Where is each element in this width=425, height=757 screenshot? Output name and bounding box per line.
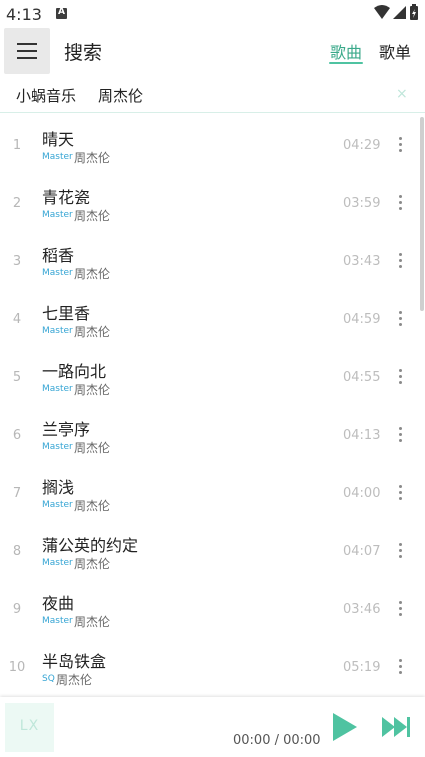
- song-name: 稻香: [42, 246, 75, 265]
- source-selector[interactable]: 小蜗音乐: [16, 85, 76, 106]
- song-duration: 03:46: [343, 602, 381, 617]
- more-options-icon[interactable]: [392, 421, 410, 449]
- song-index: 5: [12, 370, 22, 385]
- song-row[interactable]: 8 蒲公英的约定 Master 周杰伦 04:07: [0, 523, 425, 581]
- song-row[interactable]: 5 一路向北 Master 周杰伦 04:55: [0, 349, 425, 407]
- tab-active-indicator: [329, 62, 363, 64]
- quality-badge: Master: [42, 442, 73, 452]
- more-options-icon[interactable]: [392, 363, 410, 391]
- more-options-icon[interactable]: [392, 131, 410, 159]
- scrollbar[interactable]: [420, 117, 424, 311]
- more-options-icon[interactable]: [392, 305, 410, 333]
- menu-icon[interactable]: [4, 28, 50, 74]
- song-list: 1 晴天 Master 周杰伦 04:29 2 青花瓷 Master 周杰伦 03:59 3 稻香 Ma…: [0, 117, 425, 695]
- song-index: 3: [12, 254, 22, 269]
- song-duration: 04:07: [343, 544, 381, 559]
- singer-name: 周杰伦: [74, 383, 111, 397]
- song-duration: 04:00: [343, 486, 381, 501]
- tab-playlists[interactable]: 歌单: [379, 39, 411, 63]
- song-index: 10: [8, 660, 26, 675]
- song-duration: 03:43: [343, 254, 381, 269]
- quality-badge: Master: [42, 616, 73, 626]
- singer-name: 周杰伦: [74, 557, 111, 571]
- status-icons: [374, 4, 418, 20]
- player-bar: LX 00:00 / 00:00: [0, 697, 425, 757]
- singer-name: 周杰伦: [74, 441, 111, 455]
- page-title: 搜索: [64, 42, 103, 64]
- album-cover[interactable]: LX: [5, 703, 54, 752]
- play-time: 00:00 / 00:00: [233, 733, 321, 748]
- song-row[interactable]: 1 晴天 Master 周杰伦 04:29: [0, 117, 425, 175]
- header: 搜索 歌曲 歌单: [0, 28, 425, 74]
- more-options-icon[interactable]: [392, 479, 410, 507]
- singer-name: 周杰伦: [56, 673, 93, 687]
- quality-badge: Master: [42, 152, 73, 162]
- quality-badge: Master: [42, 500, 73, 510]
- more-options-icon[interactable]: [392, 537, 410, 565]
- song-duration: 04:29: [343, 138, 381, 153]
- song-row[interactable]: 4 七里香 Master 周杰伦 04:59: [0, 291, 425, 349]
- quality-badge: Master: [42, 384, 73, 394]
- song-duration: 04:59: [343, 312, 381, 327]
- singer-name: 周杰伦: [74, 499, 111, 513]
- song-row[interactable]: 3 稻香 Master 周杰伦 03:43: [0, 233, 425, 291]
- song-name: 兰亭序: [42, 420, 91, 439]
- song-name: 蒲公英的约定: [42, 536, 139, 555]
- singer-name: 周杰伦: [74, 267, 111, 281]
- singer-name: 周杰伦: [74, 325, 111, 339]
- singer-name: 周杰伦: [74, 151, 111, 165]
- more-options-icon[interactable]: [392, 189, 410, 217]
- signal-icon: [393, 6, 406, 19]
- clear-icon[interactable]: ×: [396, 86, 408, 102]
- quality-badge: Master: [42, 268, 73, 278]
- song-duration: 04:13: [343, 428, 381, 443]
- song-row[interactable]: 7 搁浅 Master 周杰伦 04:00: [0, 465, 425, 523]
- cover-label: LX: [19, 718, 40, 734]
- song-index: 2: [12, 196, 22, 211]
- tab-songs[interactable]: 歌曲: [330, 39, 362, 63]
- song-row[interactable]: 10 半岛铁盒 SQ 周杰伦 05:19: [0, 639, 425, 695]
- song-name: 半岛铁盒: [42, 652, 107, 671]
- song-name: 搁浅: [42, 478, 75, 497]
- song-row[interactable]: 9 夜曲 Master 周杰伦 03:46: [0, 581, 425, 639]
- wifi-icon: [374, 5, 390, 19]
- search-filter-bar: 小蜗音乐 周杰伦 ×: [0, 78, 425, 113]
- song-name: 晴天: [42, 130, 75, 149]
- song-index: 8: [12, 544, 22, 559]
- more-options-icon[interactable]: [392, 653, 410, 681]
- notification-a-icon: [56, 7, 67, 19]
- song-index: 1: [12, 138, 22, 153]
- search-input[interactable]: 周杰伦: [98, 85, 143, 106]
- song-name: 一路向北: [42, 362, 107, 381]
- song-duration: 04:55: [343, 370, 381, 385]
- song-index: 6: [12, 428, 22, 443]
- quality-badge: Master: [42, 326, 73, 336]
- quality-badge: SQ: [42, 674, 55, 684]
- song-row[interactable]: 6 兰亭序 Master 周杰伦 04:13: [0, 407, 425, 465]
- more-options-icon[interactable]: [392, 247, 410, 275]
- next-icon[interactable]: [381, 715, 411, 739]
- song-name: 夜曲: [42, 594, 75, 613]
- more-options-icon[interactable]: [392, 595, 410, 623]
- song-duration: 03:59: [343, 196, 381, 211]
- singer-name: 周杰伦: [74, 209, 111, 223]
- quality-badge: Master: [42, 558, 73, 568]
- song-name: 青花瓷: [42, 188, 91, 207]
- song-index: 4: [12, 312, 22, 327]
- song-index: 7: [12, 486, 22, 501]
- song-row[interactable]: 2 青花瓷 Master 周杰伦 03:59: [0, 175, 425, 233]
- play-icon[interactable]: [330, 711, 360, 743]
- status-bar: 4:13: [0, 0, 425, 28]
- battery-icon: [410, 4, 418, 20]
- quality-badge: Master: [42, 210, 73, 220]
- status-time: 4:13: [6, 5, 42, 24]
- song-index: 9: [12, 602, 22, 617]
- song-name: 七里香: [42, 304, 91, 323]
- singer-name: 周杰伦: [74, 615, 111, 629]
- song-duration: 05:19: [343, 660, 381, 675]
